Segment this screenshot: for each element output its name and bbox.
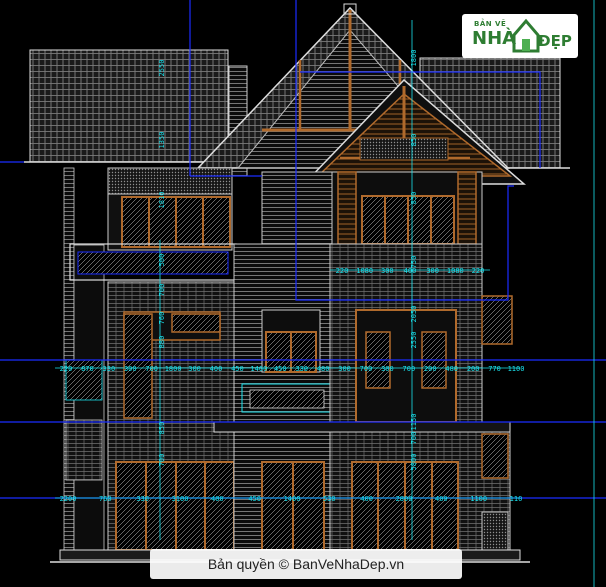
dimension-label-mid: 700 (145, 365, 158, 373)
dimension-label-mid: 1800 (165, 365, 182, 373)
dimension-label-mid: 300 (381, 365, 394, 373)
house-elevation-drawing: 220 1080 300 400 300 1080 220 220 870 330 300 700 18… (0, 0, 606, 587)
dimension-label-vertical: 1150 (410, 414, 418, 431)
dimension-label-mid: 1100 (508, 365, 525, 373)
dimension-label-vertical: 2050 (410, 306, 418, 323)
dimension-label-vertical: 850 (410, 134, 418, 147)
dimension-label-mid: 480 (445, 365, 458, 373)
dimension-label-vertical: 1800 (410, 50, 418, 67)
dimension-label-bottom: 3100 (172, 495, 189, 503)
dimension-label-vertical: 850 (158, 422, 166, 435)
dimension-label-vertical: 750 (410, 256, 418, 269)
dimension-label-bottom: 110 (510, 495, 523, 503)
dimension-label-vertical: 5800 (410, 454, 418, 471)
dimension-label-mid: 200 (467, 365, 480, 373)
dimension-label-vertical: 2550 (410, 332, 418, 349)
dimension-label-bottom: 760 (99, 495, 112, 503)
dimension-label-mid: 200 (424, 365, 437, 373)
dimension-label-vertical: 1350 (158, 132, 166, 149)
logo-word-left: NHÀ (472, 28, 517, 49)
dimension-label-bottom: 400 (211, 495, 224, 503)
dimension-label-mid: 330 (295, 365, 308, 373)
dimension-label-bottom: 400 (435, 495, 448, 503)
dimension-label-bottom: 530 (323, 495, 336, 503)
dimension-label-mid: 330 (103, 365, 116, 373)
dimension-label-bottom: 2800 (396, 495, 413, 503)
dimension-label-top: 220 (472, 267, 485, 275)
dimension-label-vertical: 850 (410, 192, 418, 205)
dimension-label-vertical: 1810 (158, 192, 166, 209)
cad-viewport: 220 1080 300 400 300 1080 220 220 870 330 300 700 18… (0, 0, 606, 587)
dimension-label-vertical: 700 (410, 432, 418, 445)
copyright-watermark: Bản quyền © BanVeNhaDep.vn (150, 549, 462, 579)
dimension-label-mid: 450 (231, 365, 244, 373)
dimension-label-top: 1080 (356, 267, 373, 275)
upper-right-block (331, 171, 483, 245)
dimension-label-mid: 1400 (250, 365, 267, 373)
dimension-label-mid: 300 (338, 365, 351, 373)
dimension-label-bottom: 2200 (60, 495, 77, 503)
dimension-label-vertical: 2550 (158, 60, 166, 77)
dimension-label-bottom: 1400 (284, 495, 301, 503)
dimension-label-top: 1080 (447, 267, 464, 275)
dimension-label-mid: 480 (317, 365, 330, 373)
dimension-label-bottom: 1100 (470, 495, 487, 503)
left-roof (24, 49, 232, 163)
house-icon (512, 18, 540, 53)
dimension-label-mid: 300 (124, 365, 137, 373)
dimension-label-top: 300 (426, 267, 439, 275)
logo-tagline: BẢN VẼ (474, 20, 507, 28)
site-logo: BẢN VẼ NHÀ ĐẸP (462, 14, 578, 58)
first-floor-left (107, 281, 235, 551)
dimension-label-mid: 700 (360, 365, 373, 373)
dimension-label-bottom: 330 (136, 495, 149, 503)
second-floor-left (107, 167, 233, 251)
dimension-label-vertical: 500 (158, 254, 166, 267)
dimension-label-top: 220 (336, 267, 349, 275)
dimension-label-top: 300 (381, 267, 394, 275)
logo-word-right: ĐẸP (538, 32, 572, 50)
dimension-label-vertical: 700 (158, 284, 166, 297)
dimension-label-mid: 400 (210, 365, 223, 373)
dimension-label-mid: 870 (81, 365, 94, 373)
dimension-label-bottom: 450 (248, 495, 261, 503)
left-wing (63, 167, 105, 551)
dimension-label-mid: 220 (60, 365, 73, 373)
dimension-label-vertical: 700 (158, 454, 166, 467)
dimension-label-mid: 450 (274, 365, 287, 373)
dimension-label-mid: 770 (488, 365, 501, 373)
dimension-label-bottom: 400 (360, 495, 373, 503)
dimension-label-mid: 700 (403, 365, 416, 373)
dimension-label-mid: 300 (188, 365, 201, 373)
dimension-label-vertical: 760 (158, 312, 166, 325)
dimension-label-vertical: 880 (158, 336, 166, 349)
